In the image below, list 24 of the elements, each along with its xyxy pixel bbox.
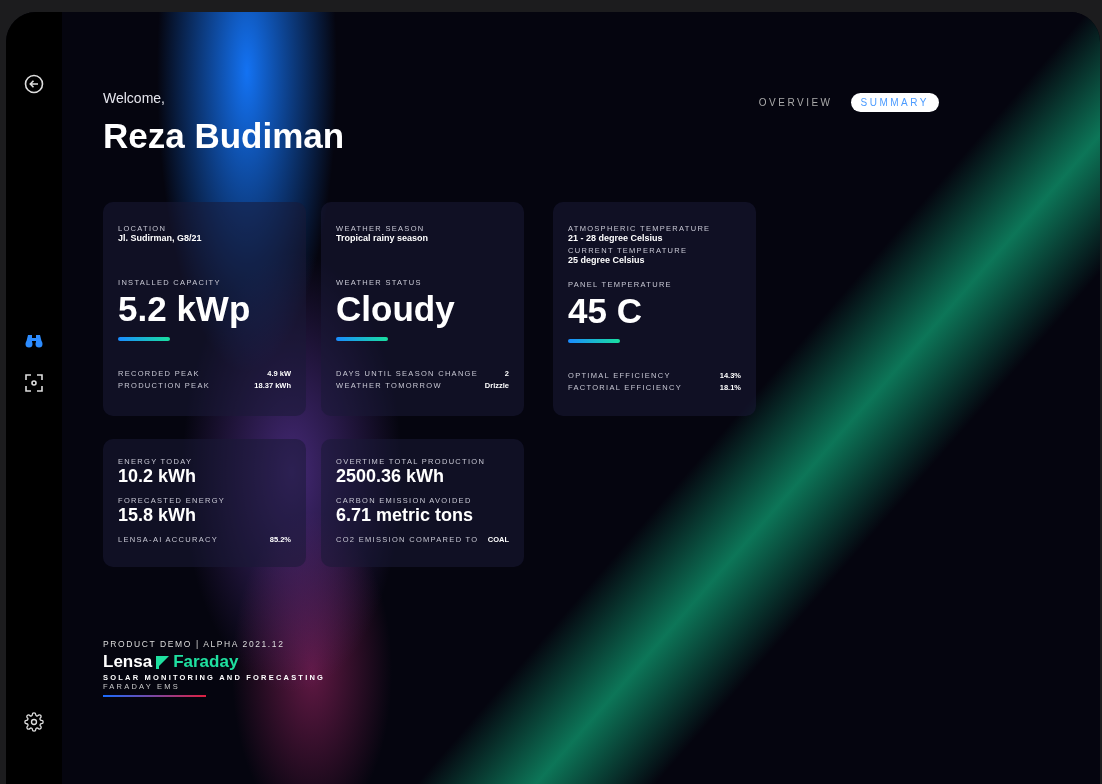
field-value: 21 - 28 degree Celsius [568,233,664,243]
logo-icon [156,655,170,669]
accent-bar [568,339,620,343]
metric-value: 15.8 kWh [118,505,198,526]
accent-bar [118,337,170,341]
settings-icon[interactable] [22,710,46,734]
metric-value: 2500.36 kWh [336,466,446,487]
field-value: Jl. Sudirman, G8/21 [118,233,203,243]
metric-value: 10.2 kWh [118,466,198,487]
release-caption: PRODUCT DEMO | ALPHA 2021.12 [103,639,286,649]
view-tab[interactable]: OVERVIEW [748,93,843,112]
user-name: Reza Budiman [103,116,345,156]
accent-bar [336,337,388,341]
field-value: 25 degree Celsius [568,255,646,265]
scan-icon[interactable] [22,371,46,395]
brand-name: Faraday [173,652,239,672]
brand-name: Lensa [103,652,153,672]
metric-value: 6.71 metric tons [336,505,475,526]
metric-value: Cloudy [336,289,456,329]
metric-value: 45 C [568,291,643,331]
welcome-text: Welcome, [103,90,166,106]
field-value: Tropical rainy season [336,233,430,243]
metric-value: 5.2 kWp [118,289,252,329]
back-icon[interactable] [22,72,46,96]
